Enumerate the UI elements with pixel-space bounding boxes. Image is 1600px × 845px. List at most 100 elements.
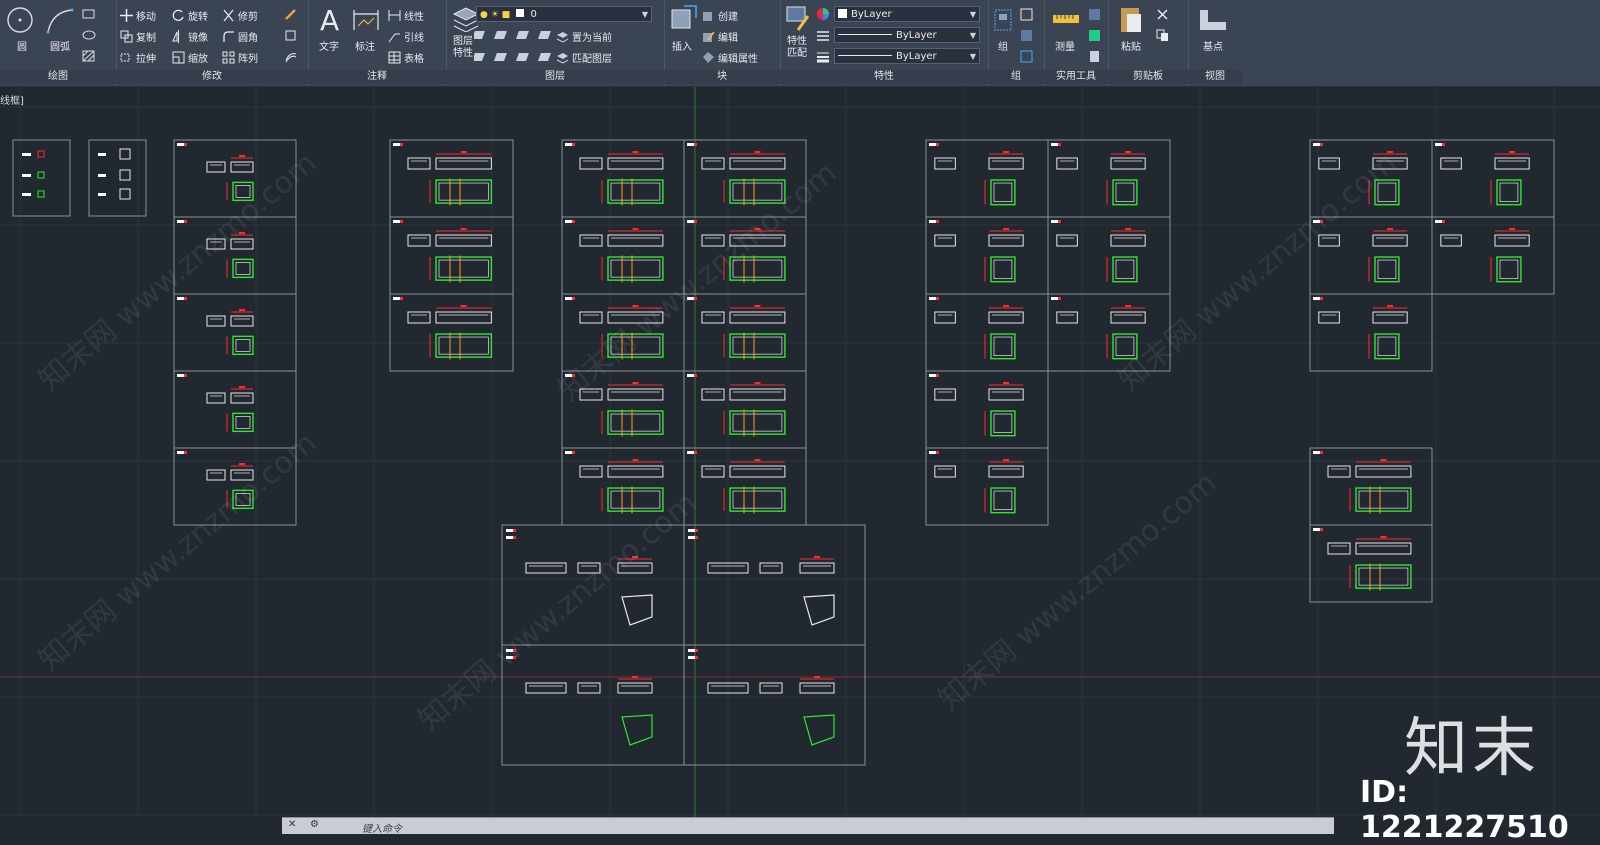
block-tag [936, 374, 939, 377]
sofa-outline [407, 311, 431, 324]
set-current-layer-button[interactable]: 置为当前 [556, 29, 612, 44]
sofa-outline [1110, 311, 1146, 324]
base-point-button[interactable]: 基点 [1196, 38, 1230, 53]
linetype-dropdown[interactable]: ByLayer ▼ [834, 27, 980, 43]
groups-panel-title[interactable]: 组 [988, 70, 1044, 84]
plan-outline [607, 256, 664, 281]
ellipse-icon[interactable] [82, 29, 96, 41]
annotation-panel-title[interactable]: 注释 [308, 70, 446, 84]
paste-icon[interactable] [1118, 4, 1144, 36]
edit-attribute-button[interactable]: 编辑属性 [702, 50, 758, 65]
dimension-text [1003, 459, 1010, 461]
fillet-button[interactable]: 圆角 [222, 29, 258, 44]
paste-button[interactable]: 粘贴 [1116, 38, 1146, 53]
sofa-outline [607, 388, 664, 401]
block-tag [929, 143, 936, 146]
group-select-icon[interactable] [1020, 50, 1034, 63]
mirror-button[interactable]: 镜像 [172, 29, 208, 44]
plan-inner [1499, 182, 1519, 203]
cut-icon[interactable] [1156, 8, 1170, 21]
sofa-outline [1056, 157, 1078, 170]
array-button[interactable]: 阵列 [222, 50, 258, 65]
explode-icon[interactable] [284, 29, 298, 42]
measure-icon[interactable] [1052, 10, 1080, 28]
stretch-button[interactable]: 拉伸 [120, 50, 156, 65]
command-wrench-icon[interactable]: ⚙ [310, 819, 319, 830]
arc-icon[interactable] [44, 6, 74, 34]
circle-button[interactable]: 圆 [12, 38, 32, 53]
color-dropdown[interactable]: ByLayer ▼ [834, 6, 980, 22]
plan-inner [1377, 259, 1397, 280]
text-button[interactable]: 文字 [314, 38, 344, 53]
block-panel-title[interactable]: 块 [664, 70, 780, 84]
block-tag [687, 451, 694, 454]
match-properties-button[interactable]: 特性 匹配 [782, 36, 812, 60]
match-properties-icon[interactable] [784, 4, 812, 32]
group-edit-icon[interactable] [1020, 29, 1034, 42]
dimension-button[interactable]: 标注 [350, 38, 380, 53]
block-tag [695, 536, 698, 539]
copy-button[interactable]: 复制 [120, 29, 156, 44]
base-point-icon[interactable] [1198, 8, 1228, 32]
scale-button[interactable]: 缩放 [172, 50, 208, 65]
plan-inner [610, 413, 661, 432]
leader-button[interactable]: 引线 [388, 29, 424, 44]
move-button[interactable]: 移动 [120, 8, 156, 23]
arc-button[interactable]: 圆弧 [46, 38, 74, 53]
create-block-button[interactable]: 创建 [702, 8, 738, 23]
lineweight-dropdown[interactable]: ByLayer ▼ [834, 48, 980, 64]
table-button[interactable]: 表格 [388, 50, 424, 65]
calculator-icon[interactable] [1088, 50, 1102, 63]
linear-dim-button[interactable]: 线性 [388, 8, 424, 23]
offset-icon[interactable] [284, 50, 298, 63]
color-wheel-icon[interactable] [816, 7, 830, 21]
command-close-icon[interactable]: ✕ [288, 819, 296, 830]
insert-button[interactable]: 插入 [668, 38, 696, 53]
layers-panel-title[interactable]: 图层 [446, 70, 664, 84]
measure-button[interactable]: 测量 [1050, 38, 1080, 53]
block-tag [1058, 297, 1061, 300]
hatch-icon[interactable] [82, 50, 96, 62]
dimension-text [1003, 151, 1010, 153]
utilities-panel-title[interactable]: 实用工具 [1044, 70, 1108, 84]
insert-block-icon[interactable] [668, 4, 698, 32]
block-tag [393, 143, 400, 146]
select-all-icon[interactable] [1088, 29, 1102, 42]
drawing-frame [1309, 447, 1433, 526]
block-tag [695, 649, 698, 652]
circle-icon[interactable] [6, 6, 34, 34]
legend-swatch [98, 193, 106, 196]
rotate-button[interactable]: 旋转 [172, 8, 208, 23]
rectangle-icon[interactable] [82, 8, 96, 20]
linetype-icon[interactable] [816, 29, 830, 43]
view-panel-title[interactable]: 视图 [1188, 70, 1242, 84]
drawing-frame [925, 447, 1049, 526]
copy-clip-icon[interactable] [1156, 29, 1170, 42]
dimension-text [1003, 305, 1010, 307]
match-layer-button[interactable]: 匹配图层 [556, 50, 612, 65]
color-swatch [838, 9, 847, 18]
text-icon[interactable]: A [318, 4, 342, 34]
command-line[interactable]: ✕ ⚙ 键入命令 [282, 817, 1334, 835]
drawing-frame [683, 370, 807, 449]
group-button[interactable]: 组 [990, 38, 1016, 53]
erase-icon[interactable] [284, 8, 298, 21]
layer-tools-row2-icons[interactable] [474, 50, 564, 64]
properties-panel-title[interactable]: 特性 [780, 70, 988, 84]
layer-dropdown[interactable]: ● ☀ ■ 0 ▼ [476, 6, 652, 22]
ungroup-icon[interactable] [1020, 8, 1034, 21]
leader-icon [388, 33, 400, 43]
layer-tools-row1-icons[interactable] [474, 28, 564, 42]
draw-panel-title[interactable]: 绘图 [0, 70, 116, 84]
block-tag [572, 297, 575, 300]
trim-button[interactable]: 修剪 [222, 8, 258, 23]
drawing-canvas[interactable]: 线框] 知末网 www.znzmo.com 知末网 www.znzmo.com … [0, 87, 1600, 817]
dimension-icon[interactable] [352, 6, 380, 34]
quick-select-icon[interactable] [1088, 8, 1102, 21]
edit-block-button[interactable]: 编辑 [702, 29, 738, 44]
group-icon[interactable] [993, 6, 1015, 34]
block-tag [184, 220, 187, 223]
lineweight-icon[interactable] [816, 50, 830, 64]
modify-panel-title[interactable]: 修改 [116, 70, 308, 84]
clipboard-panel-title[interactable]: 剪贴板 [1108, 70, 1188, 84]
